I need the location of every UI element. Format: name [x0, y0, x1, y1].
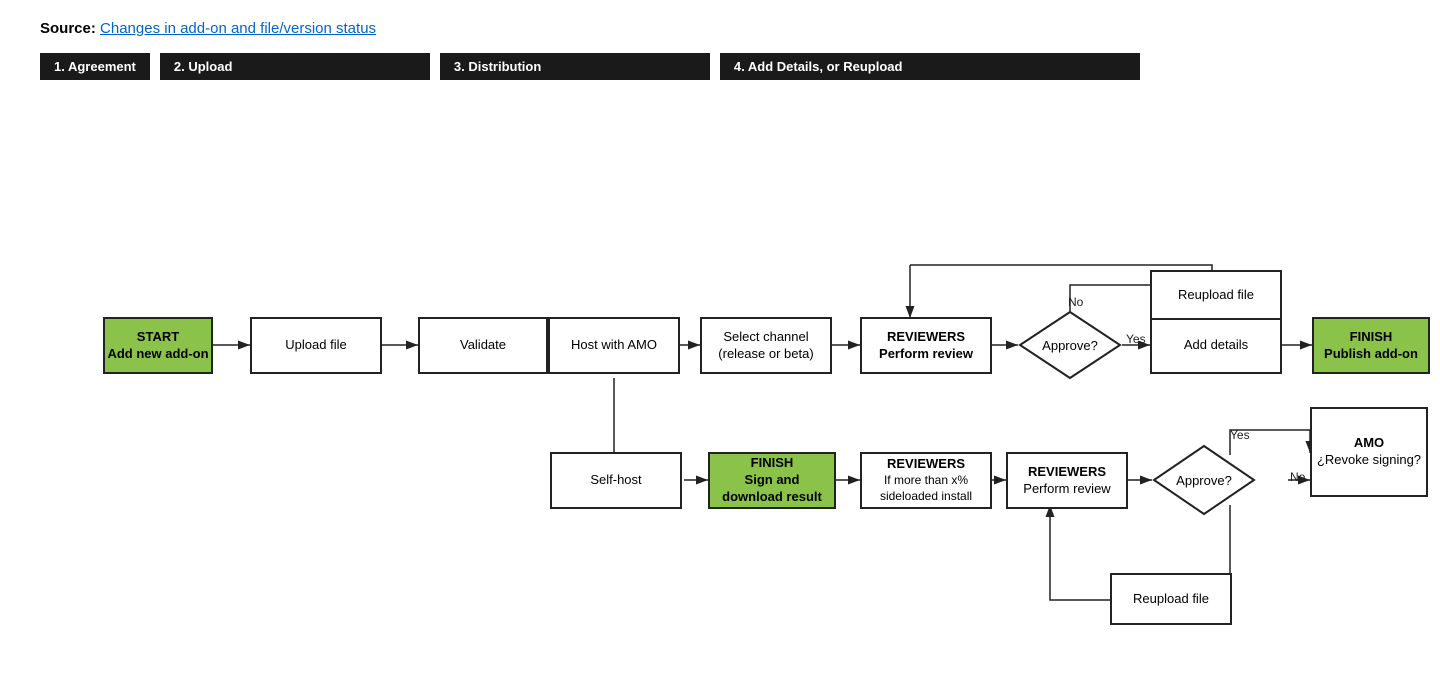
start-box: START Add new add-on	[103, 317, 213, 374]
approve-top-diamond: Approve?	[1018, 310, 1122, 380]
reviewers-mid-line3: sideloaded install	[880, 489, 972, 505]
host-with-amo-label: Host with AMO	[571, 337, 657, 354]
reviewers-mid-line1: REVIEWERS	[880, 456, 972, 473]
yes-label-bot: Yes	[1230, 428, 1250, 442]
add-details-box: Add details	[1150, 317, 1282, 374]
upload-file-label: Upload file	[285, 337, 346, 354]
reviewers-bot-line1: REVIEWERS	[1023, 464, 1110, 481]
no-label-bot: No	[1290, 470, 1305, 484]
approve-top-label: Approve?	[1018, 310, 1122, 380]
amo-revoke-line2: ¿Revoke signing?	[1317, 452, 1421, 469]
step-1-label: 1. Agreement	[40, 53, 150, 80]
approve-bot-diamond: Approve?	[1152, 444, 1256, 516]
step-2-label: 2. Upload	[160, 53, 430, 80]
self-host-label: Self-host	[590, 472, 641, 489]
select-channel-box: Select channel (release or beta)	[700, 317, 832, 374]
finish-sign-line2: Sign and	[722, 472, 822, 489]
step-3-label: 3. Distribution	[440, 53, 710, 80]
page-container: Source: Changes in add-on and file/versi…	[0, 0, 1440, 690]
reupload-top-box: Reupload file	[1150, 270, 1282, 320]
reviewers-top-line2: Perform review	[879, 346, 973, 363]
reupload-bot-box: Reupload file	[1110, 573, 1232, 625]
source-line: Source: Changes in add-on and file/versi…	[40, 20, 1400, 37]
no-label-top: No	[1068, 295, 1083, 309]
validate-box: Validate	[418, 317, 548, 374]
reviewers-mid-box: REVIEWERS If more than x% sideloaded ins…	[860, 452, 992, 509]
approve-bot-label: Approve?	[1152, 444, 1256, 516]
finish-sign-box: FINISH Sign and download result	[708, 452, 836, 509]
amo-revoke-box: AMO ¿Revoke signing?	[1310, 407, 1428, 497]
select-channel-line1: Select channel	[718, 329, 813, 346]
upload-file-box: Upload file	[250, 317, 382, 374]
reviewers-top-box: REVIEWERS Perform review	[860, 317, 992, 374]
finish-publish-line1: FINISH	[1324, 329, 1418, 346]
flowchart: START Add new add-on Upload file Validat…	[40, 110, 1400, 670]
self-host-box: Self-host	[550, 452, 682, 509]
validate-label: Validate	[460, 337, 506, 354]
start-line2: Add new add-on	[107, 346, 208, 363]
reviewers-mid-line2: If more than x%	[880, 473, 972, 489]
finish-publish-line2: Publish add-on	[1324, 346, 1418, 363]
source-label: Source:	[40, 20, 96, 37]
steps-header: 1. Agreement 2. Upload 3. Distribution 4…	[40, 53, 1400, 80]
finish-publish-box: FINISH Publish add-on	[1312, 317, 1430, 374]
finish-sign-line3: download result	[722, 489, 822, 506]
step-4-label: 4. Add Details, or Reupload	[720, 53, 1140, 80]
finish-sign-line1: FINISH	[722, 455, 822, 472]
reviewers-top-line1: REVIEWERS	[879, 329, 973, 346]
reupload-bot-label: Reupload file	[1133, 591, 1209, 608]
select-channel-line2: (release or beta)	[718, 346, 813, 363]
host-with-amo-box: Host with AMO	[548, 317, 680, 374]
yes-label-top: Yes	[1126, 332, 1146, 346]
amo-revoke-line1: AMO	[1317, 435, 1421, 452]
reviewers-bot-line2: Perform review	[1023, 481, 1110, 498]
source-link[interactable]: Changes in add-on and file/version statu…	[100, 20, 376, 37]
reviewers-bot-box: REVIEWERS Perform review	[1006, 452, 1128, 509]
add-details-label: Add details	[1184, 337, 1248, 354]
reupload-top-label: Reupload file	[1178, 287, 1254, 304]
start-line1: START	[107, 329, 208, 346]
